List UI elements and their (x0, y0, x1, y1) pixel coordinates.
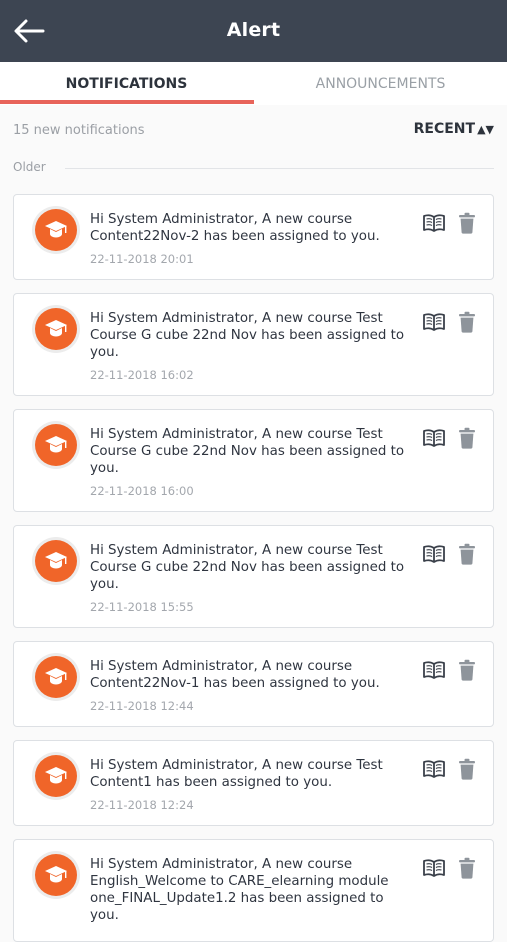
graduation-cap-icon (35, 424, 77, 466)
sort-button[interactable]: RECENT ▲▼ (414, 121, 494, 137)
notification-message: Hi System Administrator, A new course Co… (90, 212, 380, 244)
open-book-icon[interactable] (422, 213, 446, 237)
notification-card[interactable]: Hi System Administrator, A new course Te… (13, 740, 494, 826)
notification-timestamp: 22-11-2018 12:44 (90, 699, 194, 713)
notification-timestamp: 22-11-2018 16:00 (90, 484, 194, 498)
notification-message: Hi System Administrator, A new course Te… (90, 311, 405, 360)
tab-bar: NOTIFICATIONS ANNOUNCEMENTS (0, 62, 507, 105)
notification-card[interactable]: Hi System Administrator, A new course Te… (13, 525, 494, 628)
graduation-cap-icon (35, 656, 77, 698)
open-book-icon[interactable] (422, 660, 446, 684)
tab-notifications[interactable]: NOTIFICATIONS (0, 62, 253, 105)
graduation-cap-icon (35, 308, 77, 350)
graduation-cap-icon (35, 854, 77, 896)
trash-icon[interactable] (458, 659, 476, 685)
notification-timestamp: 22-11-2018 15:55 (90, 600, 194, 614)
tab-announcements[interactable]: ANNOUNCEMENTS (254, 62, 507, 105)
trash-icon[interactable] (458, 311, 476, 337)
app-header: Alert (0, 0, 507, 62)
sort-updown-icon: ▲▼ (477, 123, 494, 136)
open-book-icon[interactable] (422, 428, 446, 452)
active-tab-indicator (0, 100, 254, 104)
notification-card[interactable]: Hi System Administrator, A new course En… (13, 839, 494, 942)
notification-count: 15 new notifications (13, 123, 145, 138)
notification-timestamp: 22-11-2018 20:01 (90, 252, 194, 266)
open-book-icon[interactable] (422, 544, 446, 568)
open-book-icon[interactable] (422, 312, 446, 336)
trash-icon[interactable] (458, 427, 476, 453)
notification-card[interactable]: Hi System Administrator, A new course Co… (13, 194, 494, 280)
trash-icon[interactable] (458, 543, 476, 569)
notification-message: Hi System Administrator, A new course Te… (90, 427, 405, 476)
notification-card[interactable]: Hi System Administrator, A new course Te… (13, 409, 494, 512)
notification-card[interactable]: Hi System Administrator, A new course Co… (13, 641, 494, 727)
graduation-cap-icon (35, 209, 77, 251)
notification-message: Hi System Administrator, A new course En… (90, 857, 389, 923)
notification-message: Hi System Administrator, A new course Co… (90, 659, 380, 691)
graduation-cap-icon (35, 540, 77, 582)
notification-card[interactable]: Hi System Administrator, A new course Te… (13, 293, 494, 396)
sort-label: RECENT (413, 121, 476, 137)
notification-message: Hi System Administrator, A new course Te… (90, 543, 405, 592)
trash-icon[interactable] (458, 212, 476, 238)
open-book-icon[interactable] (422, 759, 446, 783)
page-title: Alert (226, 19, 281, 41)
trash-icon[interactable] (458, 857, 476, 883)
trash-icon[interactable] (458, 758, 476, 784)
open-book-icon[interactable] (422, 858, 446, 882)
section-divider: Older (13, 160, 494, 176)
notification-message: Hi System Administrator, A new course Te… (90, 758, 383, 790)
divider-line (65, 168, 494, 169)
section-label: Older (13, 160, 56, 174)
graduation-cap-icon (35, 755, 77, 797)
notification-timestamp: 22-11-2018 12:24 (90, 798, 194, 812)
notification-timestamp: 22-11-2018 16:02 (90, 368, 194, 382)
